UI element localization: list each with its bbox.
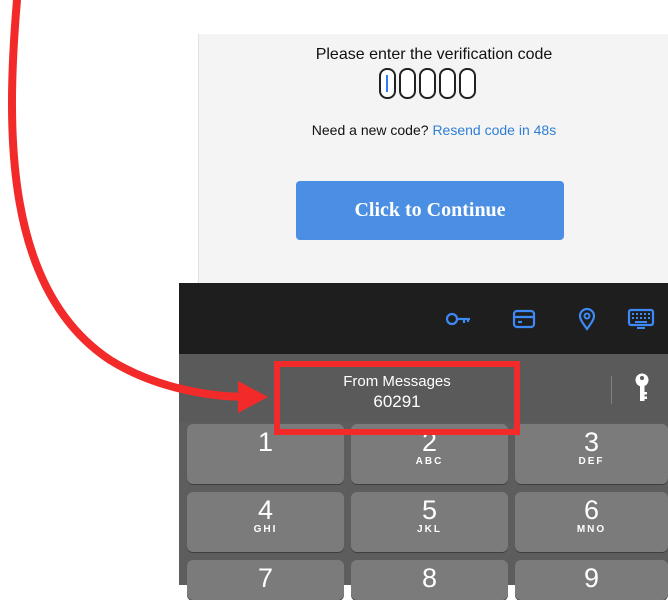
annotation-arrow xyxy=(8,0,268,413)
